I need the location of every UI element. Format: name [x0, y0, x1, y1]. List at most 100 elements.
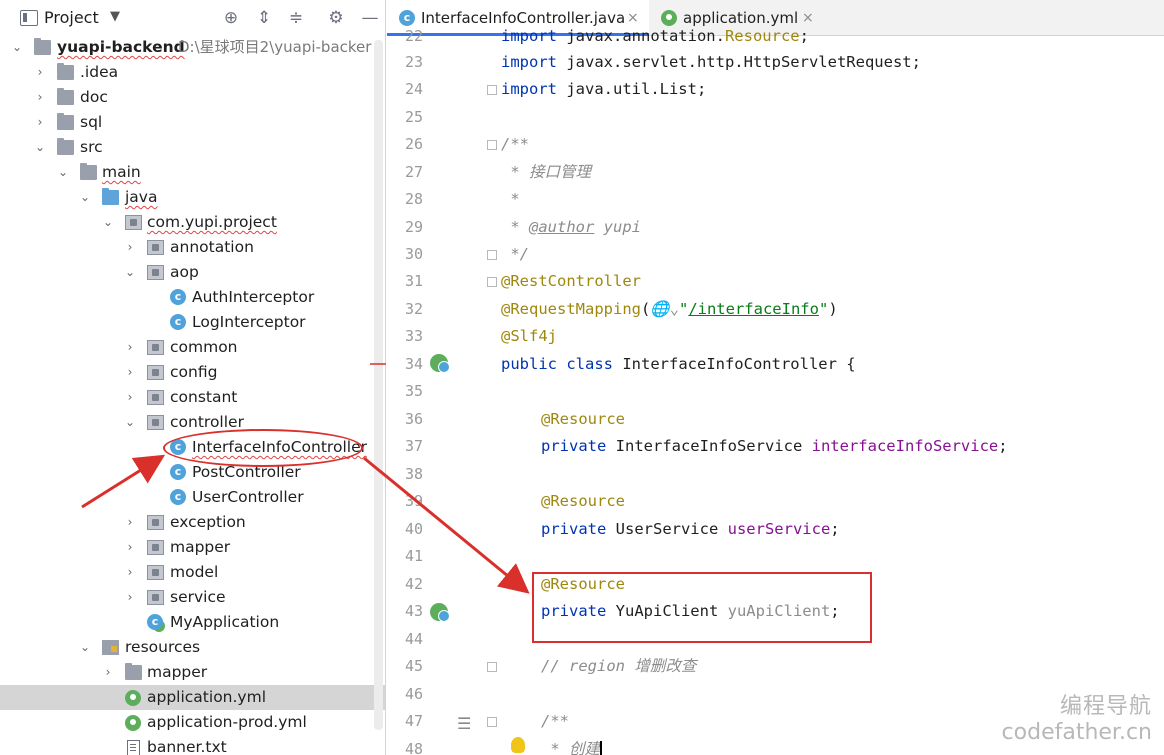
line-number: 42 — [404, 575, 423, 593]
tree-node-log-interceptor[interactable]: c LogInterceptor — [0, 310, 385, 335]
tree-label: java — [125, 188, 158, 206]
resources-folder-icon — [102, 640, 119, 655]
chevron-down-icon[interactable]: ▼ — [110, 9, 120, 24]
chevron-down-icon[interactable]: ⌄ — [123, 260, 137, 285]
line-number: 39 — [404, 492, 423, 510]
fold-marker-icon[interactable] — [487, 717, 497, 727]
gear-icon[interactable]: ⚙ — [326, 8, 346, 28]
tree-node-mapper[interactable]: › mapper — [0, 535, 385, 560]
code-line-30: */ — [501, 245, 529, 263]
tree-node-user-controller[interactable]: c UserController — [0, 485, 385, 510]
chevron-down-icon[interactable]: ⌄ — [101, 210, 115, 235]
package-icon — [147, 540, 164, 555]
tree-node-main[interactable]: ⌄ main — [0, 160, 385, 185]
tree-node-config[interactable]: › config — [0, 360, 385, 385]
tree-node-idea[interactable]: › .idea — [0, 60, 385, 85]
tree-node-resources[interactable]: ⌄ resources — [0, 635, 385, 660]
tree-label: mapper — [170, 538, 231, 556]
line-number: 25 — [404, 108, 423, 126]
chevron-right-icon[interactable]: › — [33, 60, 47, 85]
tree-node-application-prod-yml[interactable]: application-prod.yml — [0, 710, 385, 735]
chevron-down-icon[interactable]: ⌄ — [123, 410, 137, 435]
package-icon — [147, 415, 164, 430]
chevron-right-icon[interactable]: › — [101, 660, 115, 685]
code-line-28: * — [501, 190, 520, 208]
tree-node-controller[interactable]: ⌄ controller — [0, 410, 385, 435]
project-title[interactable]: Project — [44, 8, 99, 27]
package-icon — [125, 215, 142, 230]
project-toolbar: Project ▼ ⊕ ⇕ ≑ ⚙ — — [0, 0, 385, 36]
folder-icon — [125, 663, 142, 680]
tree-node-java[interactable]: ⌄ java — [0, 185, 385, 210]
spring-bean-icon[interactable] — [430, 603, 450, 622]
tree-node-resources-mapper[interactable]: › mapper — [0, 660, 385, 685]
tree-label: .idea — [80, 63, 119, 81]
chevron-right-icon[interactable]: › — [123, 585, 137, 610]
javadoc-render-icon[interactable]: ☰ — [457, 714, 471, 733]
tree-node-application-yml[interactable]: application.yml — [0, 685, 385, 710]
tree-label: application-prod.yml — [147, 713, 307, 731]
tree-node-root[interactable]: ⌄ yuapi-backend D:\星球项目2\yuapi-backer — [0, 35, 385, 60]
line-number: 47 — [404, 712, 423, 730]
chevron-right-icon[interactable]: › — [123, 235, 137, 260]
fold-marker-icon[interactable] — [487, 85, 497, 95]
expand-all-icon[interactable]: ⇕ — [254, 8, 274, 28]
chevron-down-icon[interactable]: ⌄ — [78, 185, 92, 210]
watermark: 编程导航 codefather.cn — [1002, 688, 1152, 745]
target-icon[interactable]: ⊕ — [221, 8, 241, 28]
tree-label: MyApplication — [170, 613, 280, 631]
yaml-file-icon — [125, 690, 141, 706]
tree-node-src[interactable]: ⌄ src — [0, 135, 385, 160]
code-line-26: /** — [501, 135, 529, 153]
tree-node-constant[interactable]: › constant — [0, 385, 385, 410]
chevron-down-icon[interactable]: ⌄ — [56, 160, 70, 185]
tree-node-auth-interceptor[interactable]: c AuthInterceptor — [0, 285, 385, 310]
root-project-path: D:\星球项目2\yuapi-backer — [178, 38, 372, 56]
tree-node-common[interactable]: › common — [0, 335, 385, 360]
folder-icon — [80, 163, 97, 180]
root-project-name: yuapi-backend — [57, 38, 185, 56]
chevron-right-icon[interactable]: › — [33, 110, 47, 135]
tree-node-service[interactable]: › service — [0, 585, 385, 610]
lightbulb-icon[interactable] — [511, 737, 525, 753]
spring-bean-icon[interactable] — [430, 354, 450, 373]
chevron-right-icon[interactable]: › — [123, 535, 137, 560]
chevron-right-icon[interactable]: › — [123, 335, 137, 360]
tree-node-my-application[interactable]: c MyApplication — [0, 610, 385, 635]
package-icon — [147, 265, 164, 280]
chevron-right-icon[interactable]: › — [123, 560, 137, 585]
tree-node-package[interactable]: ⌄ com.yupi.project — [0, 210, 385, 235]
collapse-all-icon[interactable]: ≑ — [286, 8, 306, 28]
chevron-right-icon[interactable]: › — [123, 385, 137, 410]
chevron-right-icon[interactable]: › — [123, 360, 137, 385]
highlight-box — [532, 572, 872, 643]
tree-node-post-controller[interactable]: c PostController — [0, 460, 385, 485]
tree-node-sql[interactable]: › sql — [0, 110, 385, 135]
chevron-right-icon[interactable]: › — [123, 510, 137, 535]
chevron-right-icon[interactable]: › — [33, 85, 47, 110]
tree-node-banner[interactable]: banner.txt — [0, 735, 385, 755]
project-view-icon — [20, 10, 38, 26]
tree-label: common — [170, 338, 238, 356]
tree-label: config — [170, 363, 218, 381]
chevron-down-icon[interactable]: ⌄ — [33, 135, 47, 160]
tree-node-aop[interactable]: ⌄ aop — [0, 260, 385, 285]
chevron-down-icon[interactable]: ⌄ — [78, 635, 92, 660]
minimize-icon[interactable]: — — [360, 8, 380, 28]
fold-marker-icon[interactable] — [487, 250, 497, 260]
tree-node-doc[interactable]: › doc — [0, 85, 385, 110]
project-scrollbar[interactable] — [374, 40, 383, 730]
line-number: 34 — [404, 355, 423, 373]
fold-marker-icon[interactable] — [487, 277, 497, 287]
globe-icon[interactable]: 🌐⌄ — [650, 300, 679, 318]
tree-node-model[interactable]: › model — [0, 560, 385, 585]
project-panel: Project ▼ ⊕ ⇕ ≑ ⚙ — ⌄ yuapi-backend D:\星… — [0, 0, 386, 755]
line-number: 32 — [404, 300, 423, 318]
fold-marker-icon[interactable] — [487, 662, 497, 672]
code-area[interactable]: import javax.annotation.Resource; import… — [501, 27, 1164, 755]
tree-node-exception[interactable]: › exception — [0, 510, 385, 535]
fold-marker-icon[interactable] — [487, 140, 497, 150]
chevron-down-icon[interactable]: ⌄ — [10, 35, 24, 60]
tree-node-annotation[interactable]: › annotation — [0, 235, 385, 260]
line-number: 40 — [404, 520, 423, 538]
